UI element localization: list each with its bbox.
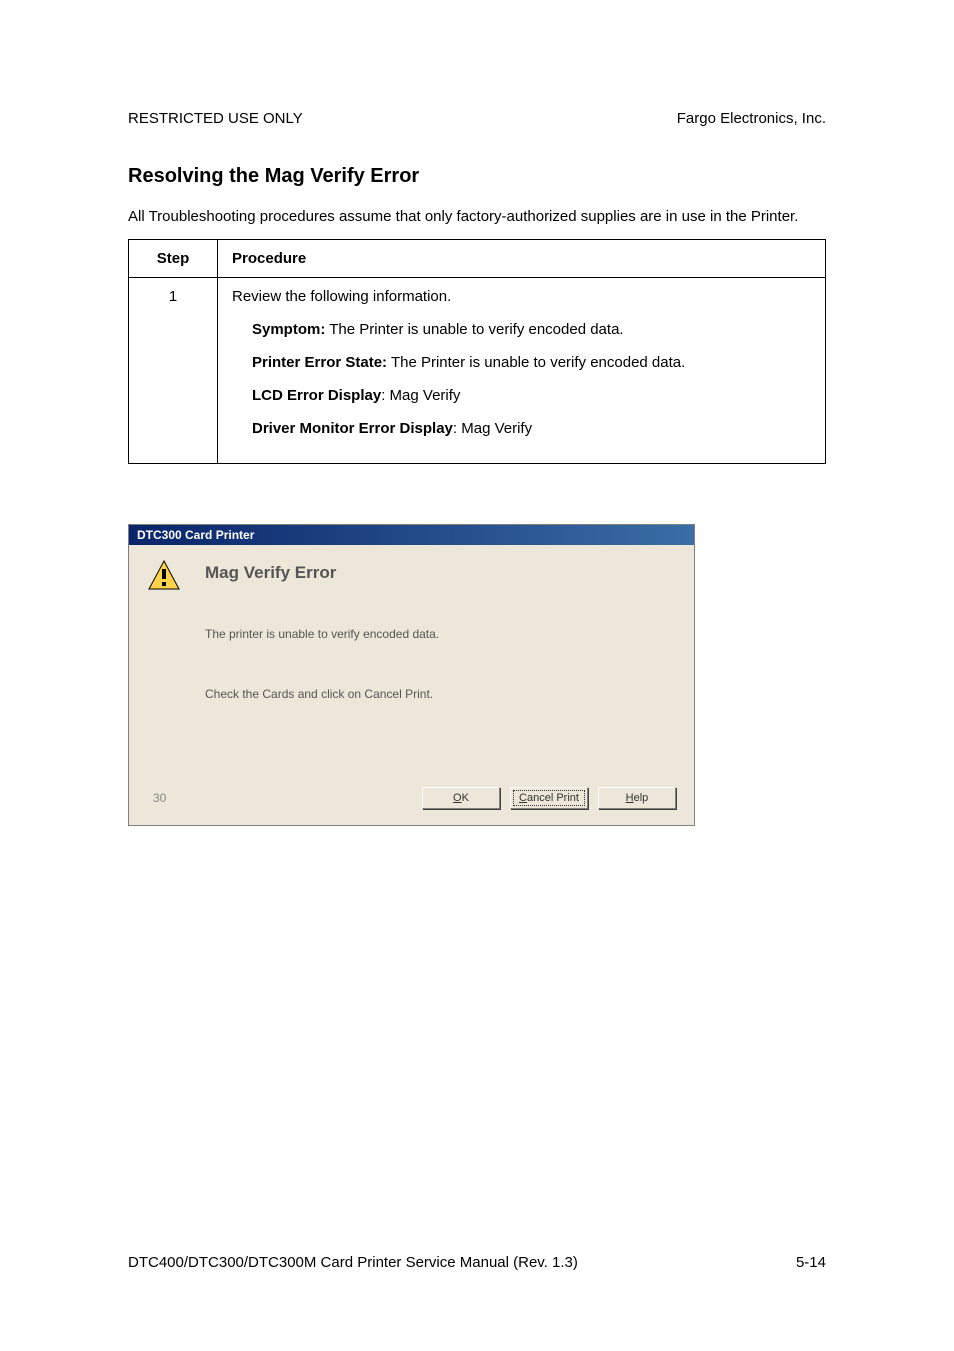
- header-right: Fargo Electronics, Inc.: [677, 110, 826, 127]
- table-row: 1 Review the following information. Symp…: [129, 278, 826, 464]
- proc-line-review: Review the following information.: [232, 288, 811, 305]
- dialog-body: Mag Verify Error The printer is unable t…: [129, 545, 694, 825]
- dialog-message-2: Check the Cards and click on Cancel Prin…: [205, 687, 676, 701]
- procedure-cell: Review the following information. Sympto…: [218, 278, 826, 464]
- footer-left: DTC400/DTC300/DTC300M Card Printer Servi…: [128, 1254, 578, 1271]
- lcd-text: : Mag Verify: [381, 387, 460, 404]
- footer-right: 5-14: [796, 1254, 826, 1271]
- page: RESTRICTED USE ONLY Fargo Electronics, I…: [0, 0, 954, 1351]
- symptom-label: Symptom:: [252, 321, 325, 338]
- help-button[interactable]: Help: [598, 787, 676, 809]
- symptom-text: The Printer is unable to verify encoded …: [325, 321, 623, 338]
- col-procedure: Procedure: [218, 240, 826, 278]
- proc-symptom: Symptom: The Printer is unable to verify…: [232, 321, 811, 338]
- dialog-heading: Mag Verify Error: [205, 563, 676, 583]
- warning-icon: [147, 559, 183, 597]
- intro-text: All Troubleshooting procedures assume th…: [128, 206, 826, 227]
- dialog-message-1: The printer is unable to verify encoded …: [205, 627, 676, 641]
- error-dialog: DTC300 Card Printer Mag Verify Error The…: [128, 524, 695, 826]
- section-heading: Resolving the Mag Verify Error: [128, 165, 826, 188]
- dialog-button-row: OK Cancel Print Help: [422, 787, 676, 809]
- state-text: The Printer is unable to verify encoded …: [387, 354, 685, 371]
- proc-lcd: LCD Error Display: Mag Verify: [232, 387, 811, 404]
- ok-button[interactable]: OK: [422, 787, 500, 809]
- page-header: RESTRICTED USE ONLY Fargo Electronics, I…: [128, 110, 826, 127]
- dialog-countdown: 30: [153, 791, 166, 805]
- state-label: Printer Error State:: [252, 354, 387, 371]
- page-footer: DTC400/DTC300/DTC300M Card Printer Servi…: [128, 1254, 826, 1271]
- proc-printer-state: Printer Error State: The Printer is unab…: [232, 354, 811, 371]
- cancel-print-button[interactable]: Cancel Print: [510, 787, 588, 809]
- proc-driver: Driver Monitor Error Display: Mag Verify: [232, 420, 811, 437]
- driver-text: : Mag Verify: [453, 420, 532, 437]
- step-number: 1: [129, 278, 218, 464]
- dialog-titlebar: DTC300 Card Printer: [129, 525, 694, 545]
- col-step: Step: [129, 240, 218, 278]
- procedure-table: Step Procedure 1 Review the following in…: [128, 239, 826, 464]
- driver-label: Driver Monitor Error Display: [252, 420, 453, 437]
- lcd-label: LCD Error Display: [252, 387, 381, 404]
- header-left: RESTRICTED USE ONLY: [128, 110, 303, 127]
